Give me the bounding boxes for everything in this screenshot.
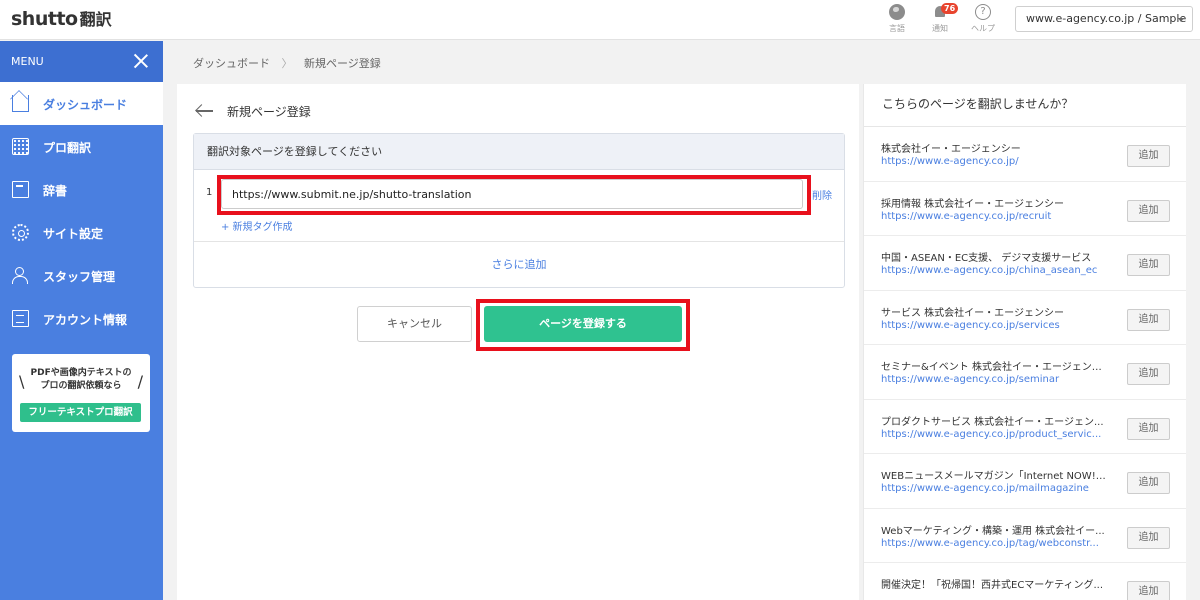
suggestion-url[interactable]: https://www.e-agency.co.jp/seminar	[881, 374, 1111, 385]
add-more-link[interactable]: さらに追加	[194, 241, 844, 287]
breadcrumb-dashboard[interactable]: ダッシュボード	[193, 57, 270, 70]
add-button[interactable]: 追加	[1127, 417, 1170, 440]
list-item: Webマーケティング・構築・運用 株式会社イー... https://www.e…	[864, 509, 1186, 563]
add-button[interactable]: 追加	[1127, 526, 1170, 549]
book-icon	[12, 181, 29, 198]
delete-link[interactable]: 削除	[812, 187, 832, 202]
suggestion-url[interactable]: https://www.e-agency.co.jp/mailmagazine	[881, 483, 1111, 494]
breadcrumb-current: 新規ページ登録	[304, 57, 381, 70]
help-button[interactable]: ? ヘルプ	[967, 4, 999, 34]
suggestion-url[interactable]: https://www.e-agency.co.jp/china_asean_e…	[881, 265, 1111, 276]
sidebar-item-account[interactable]: アカウント情報	[0, 297, 163, 340]
app-logo[interactable]: shutto 翻訳	[11, 6, 112, 30]
breadcrumb-separator: 〉	[281, 57, 293, 70]
page-title: 新規ページ登録	[227, 105, 311, 119]
language-label: 言語	[889, 24, 905, 33]
breadcrumb: ダッシュボード 〉 新規ページ登録	[193, 55, 381, 71]
sidebar: MENU ダッシュボード プロ翻訳 辞書 サイト設定 スタッフ管理 アカウント情…	[0, 41, 163, 600]
promo-banner[interactable]: \ / PDFや画像内テキストの プロの翻訳依頼なら フリーテキストプロ翻訳	[12, 354, 150, 432]
suggestion-url[interactable]: https://www.e-agency.co.jp/	[881, 156, 1111, 167]
sidebar-item-dashboard[interactable]: ダッシュボード	[0, 82, 163, 125]
suggestion-url[interactable]: https://www.e-agency.co.jp/product_servi…	[881, 429, 1111, 440]
suggestion-url[interactable]: https://www.e-agency.co.jp/tag/webconstr…	[881, 538, 1111, 549]
row-number: 1	[206, 187, 213, 198]
help-icon: ?	[975, 4, 991, 20]
site-selector-value: www.e-agency.co.jp / Sample	[1026, 12, 1187, 25]
logo-text: shutto	[11, 8, 78, 30]
sidebar-item-label: アカウント情報	[43, 313, 128, 327]
suggestion-url[interactable]: https://www.e-agency.co.jp/recruit	[881, 211, 1111, 222]
sidebar-item-label: 辞書	[43, 184, 68, 198]
list-item: 株式会社イー・エージェンシー https://www.e-agency.co.j…	[864, 127, 1186, 182]
register-panel: 翻訳対象ページを登録してください 1 削除 + 新規タグ作成 さらに追加	[193, 133, 845, 288]
add-button[interactable]: 追加	[1127, 363, 1170, 385]
notifications-label: 通知	[932, 24, 948, 33]
url-input-highlight	[217, 175, 811, 215]
sidebar-item-site-settings[interactable]: サイト設定	[0, 211, 163, 254]
sidebar-item-label: サイト設定	[43, 227, 104, 241]
suggestion-name: セミナー&イベント 株式会社イー・エージェンシ...	[881, 362, 1111, 373]
promo-line-2: プロの翻訳依頼なら	[40, 381, 122, 391]
menu-header: MENU	[0, 41, 163, 82]
menu-label: MENU	[11, 55, 44, 68]
chevron-down-icon	[1178, 18, 1184, 22]
free-text-translation-button[interactable]: フリーテキストプロ翻訳	[20, 403, 141, 422]
suggestion-url[interactable]: https://www.e-agency.co.jp/services	[881, 320, 1111, 331]
promo-slash-right: /	[137, 372, 143, 391]
suggestion-name: 開催決定！「祝帰国！西井式ECマーケティング...	[881, 580, 1104, 591]
add-button[interactable]: 追加	[1127, 472, 1170, 494]
promo-text: PDFや画像内テキストの プロの翻訳依頼なら	[12, 354, 150, 393]
list-item: プロダクトサービス 株式会社イー・エージェン... https://www.e-…	[864, 400, 1186, 454]
register-page-button[interactable]: ページを登録する	[484, 306, 682, 342]
sidebar-item-staff[interactable]: スタッフ管理	[0, 254, 163, 297]
sidebar-item-label: スタッフ管理	[43, 270, 116, 284]
suggestion-title: こちらのページを翻訳しませんか？	[864, 84, 1186, 127]
add-button[interactable]: 追加	[1127, 145, 1170, 167]
site-selector[interactable]: www.e-agency.co.jp / Sample	[1015, 6, 1193, 32]
suggestion-name: 中国・ASEAN・EC支援、 デジマ支援サービス	[881, 253, 1092, 264]
suggestion-name: プロダクトサービス 株式会社イー・エージェン...	[881, 416, 1104, 428]
suggestion-name: WEBニュースメールマガジン「Internet NOW!+...	[881, 471, 1111, 482]
language-button[interactable]: 言語	[881, 4, 913, 34]
promo-slash-left: \	[19, 372, 25, 391]
add-button[interactable]: 追加	[1127, 308, 1170, 331]
suggestion-panel: こちらのページを翻訳しませんか？ 株式会社イー・エージェンシー https://…	[863, 84, 1186, 600]
house-icon	[12, 95, 29, 112]
list-item: 中国・ASEAN・EC支援、 デジマ支援サービス https://www.e-a…	[864, 236, 1186, 291]
sidebar-item-pro-translation[interactable]: プロ翻訳	[0, 125, 163, 168]
globe-icon	[889, 4, 905, 20]
gear-icon	[12, 224, 29, 241]
close-icon[interactable]	[134, 54, 148, 68]
cancel-button[interactable]: キャンセル	[357, 306, 472, 342]
main-content: 新規ページ登録 翻訳対象ページを登録してください 1 削除 + 新規タグ作成 さ…	[177, 84, 859, 600]
suggestion-name: 株式会社イー・エージェンシー	[881, 144, 1021, 155]
grid-icon	[12, 138, 29, 155]
add-button[interactable]: 追加	[1127, 581, 1170, 600]
add-button[interactable]: 追加	[1127, 199, 1170, 222]
users-icon	[12, 267, 29, 284]
back-arrow-icon[interactable]	[196, 104, 214, 118]
notification-badge: 76	[941, 3, 959, 14]
list-item: 採用情報 株式会社イー・エージェンシー https://www.e-agency…	[864, 182, 1186, 236]
document-icon	[12, 310, 29, 327]
help-label: ヘルプ	[971, 24, 995, 33]
list-item: サービス 株式会社イー・エージェンシー https://www.e-agency…	[864, 291, 1186, 345]
promo-line-1: PDFや画像内テキストの	[30, 368, 132, 378]
suggestion-name: 採用情報 株式会社イー・エージェンシー	[881, 198, 1064, 210]
sidebar-item-label: ダッシュボード	[43, 98, 128, 112]
sidebar-item-label: プロ翻訳	[43, 141, 92, 155]
notifications-button[interactable]: 76 通知	[924, 3, 959, 34]
panel-title: 翻訳対象ページを登録してください	[194, 134, 844, 170]
bell-icon: 76	[932, 3, 959, 20]
suggestion-name: サービス 株式会社イー・エージェンシー	[881, 307, 1064, 319]
logo-sub: 翻訳	[79, 10, 112, 29]
sidebar-item-dictionary[interactable]: 辞書	[0, 168, 163, 211]
new-tag-link[interactable]: + 新規タグ作成	[221, 218, 293, 233]
suggestion-name: Webマーケティング・構築・運用 株式会社イー...	[881, 525, 1105, 537]
list-item: 開催決定！「祝帰国！西井式ECマーケティング... 追加	[864, 563, 1186, 600]
list-item: セミナー&イベント 株式会社イー・エージェンシ... https://www.e…	[864, 345, 1186, 400]
list-item: WEBニュースメールマガジン「Internet NOW!+... https:/…	[864, 454, 1186, 509]
add-button[interactable]: 追加	[1127, 254, 1170, 276]
top-bar: shutto 翻訳 言語 76 通知 ? ヘルプ www.e-agency.co.…	[0, 0, 1200, 40]
